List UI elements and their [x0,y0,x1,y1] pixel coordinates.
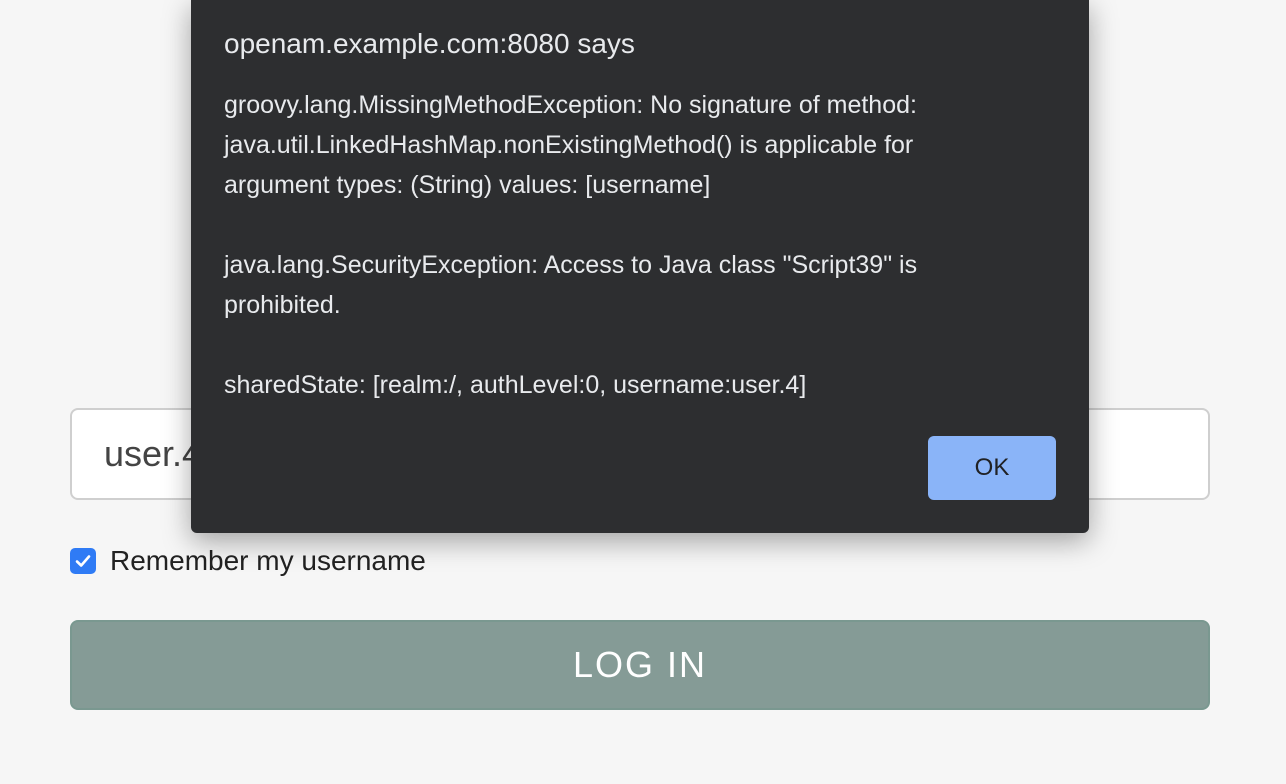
remember-username-checkbox[interactable] [70,548,96,574]
alert-dialog: openam.example.com:8080 says groovy.lang… [191,0,1089,533]
message-line: sharedState: [realm:/, authLevel:0, user… [224,371,807,399]
message-spacer [224,205,1024,245]
ok-button[interactable]: OK [928,436,1056,500]
message-line: prohibited. [224,291,341,319]
checkmark-icon [75,555,91,567]
message-spacer [224,325,1024,365]
message-line: java.lang.SecurityException: Access to J… [224,251,918,279]
message-line: java.util.LinkedHashMap.nonExistingMetho… [224,131,914,159]
login-page: Remember my username LOG IN openam.examp… [0,0,1286,784]
dialog-title: openam.example.com:8080 says [224,28,635,59]
dialog-message: groovy.lang.MissingMethodException: No s… [224,85,1024,405]
remember-username-label: Remember my username [110,545,426,576]
login-button[interactable]: LOG IN [70,620,1210,710]
message-line: groovy.lang.MissingMethodException: No s… [224,91,917,119]
message-line: argument types: (String) values: [userna… [224,171,711,199]
remember-username-row[interactable]: Remember my username [70,544,426,578]
